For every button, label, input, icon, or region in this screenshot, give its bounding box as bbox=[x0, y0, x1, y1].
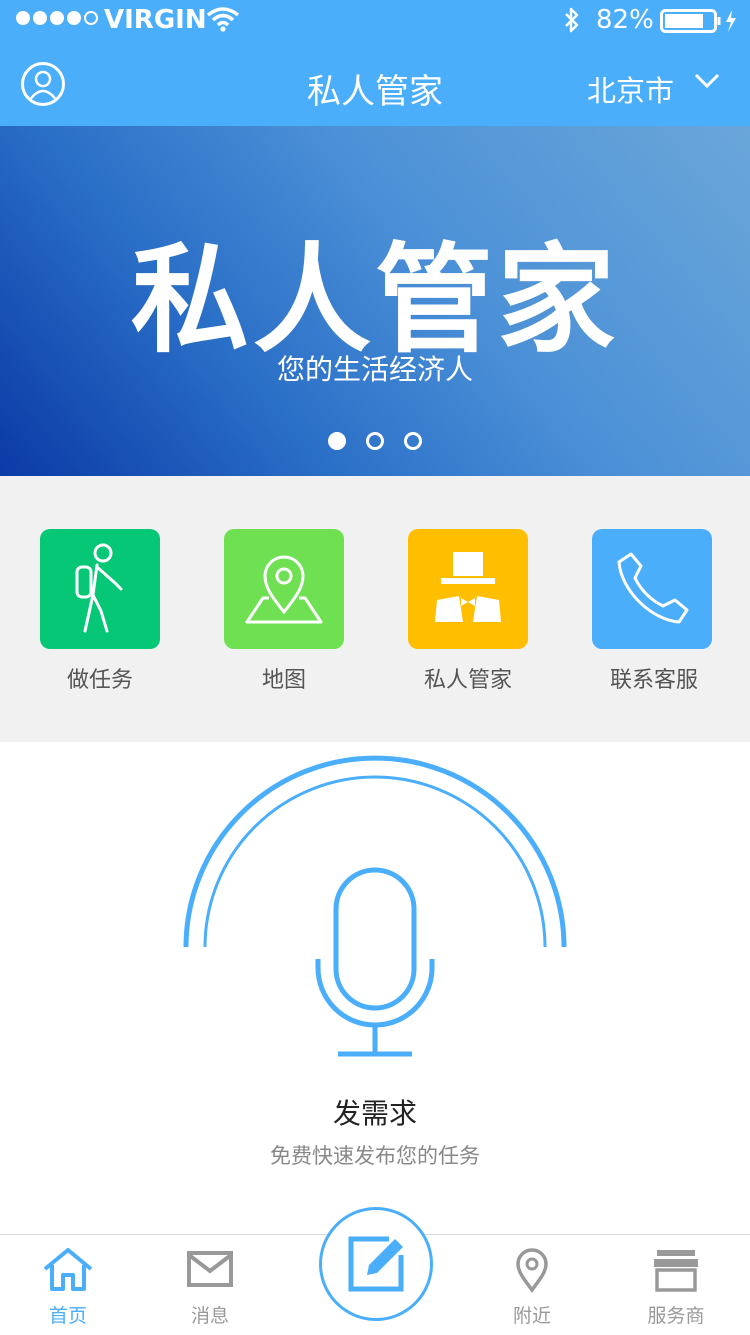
voice-request-section[interactable]: 发需求 免费快速发布您的任务 bbox=[0, 742, 750, 1234]
wifi-icon bbox=[206, 7, 240, 32]
tab-providers-label: 服务商 bbox=[647, 1305, 705, 1327]
carousel-dot-active[interactable] bbox=[328, 432, 346, 450]
tab-messages-label: 消息 bbox=[190, 1305, 229, 1327]
task-label: 做任务 bbox=[66, 668, 133, 693]
store-icon bbox=[654, 1250, 698, 1292]
tab-messages[interactable]: 消息 bbox=[160, 1247, 260, 1328]
status-bar: VIRGIN 82% bbox=[0, 0, 750, 40]
mail-icon bbox=[187, 1251, 233, 1287]
microphone-icon[interactable] bbox=[0, 742, 750, 1072]
feature-grid: 做任务 地图 私人管家 联系客服 bbox=[0, 476, 750, 742]
map-pin-icon bbox=[245, 555, 323, 624]
banner-carousel[interactable]: 私人管家 您的生活经济人 bbox=[0, 126, 750, 476]
signal-strength-icon bbox=[16, 11, 98, 25]
bluetooth-icon bbox=[565, 7, 579, 33]
support-label: 联系客服 bbox=[609, 668, 698, 693]
carousel-indicator bbox=[0, 432, 750, 450]
support-tile[interactable] bbox=[592, 529, 712, 649]
top-bar: VIRGIN 82% 私人管家 北京市 bbox=[0, 0, 750, 126]
butler-label: 私人管家 bbox=[423, 668, 512, 693]
task-tile[interactable] bbox=[40, 529, 160, 649]
voice-title: 发需求 bbox=[332, 1097, 417, 1130]
tab-providers[interactable]: 服务商 bbox=[626, 1247, 726, 1328]
banner-subtitle: 您的生活经济人 bbox=[276, 353, 473, 386]
city-selector[interactable]: 北京市 bbox=[587, 68, 674, 110]
voice-subtitle: 免费快速发布您的任务 bbox=[270, 1144, 480, 1168]
map-label: 地图 bbox=[261, 668, 306, 693]
map-tile[interactable] bbox=[224, 529, 344, 649]
battery-percent: 82% bbox=[596, 5, 654, 35]
hiker-icon bbox=[75, 543, 123, 633]
battery-icon bbox=[660, 9, 736, 33]
publish-button[interactable] bbox=[319, 1207, 433, 1321]
carousel-dot[interactable] bbox=[366, 432, 384, 450]
edit-icon bbox=[348, 1236, 404, 1292]
carousel-dot[interactable] bbox=[404, 432, 422, 450]
tab-nearby[interactable]: 附近 bbox=[482, 1247, 582, 1328]
phone-icon bbox=[617, 552, 689, 624]
tab-nearby-label: 附近 bbox=[512, 1305, 551, 1327]
location-icon bbox=[516, 1248, 548, 1293]
home-icon bbox=[43, 1248, 93, 1291]
butler-icon bbox=[435, 552, 501, 622]
tab-home[interactable]: 首页 bbox=[18, 1247, 118, 1328]
tab-home-label: 首页 bbox=[48, 1305, 87, 1327]
carrier-name: VIRGIN bbox=[104, 5, 207, 35]
butler-tile[interactable] bbox=[408, 529, 528, 649]
chevron-down-icon[interactable] bbox=[694, 72, 720, 90]
